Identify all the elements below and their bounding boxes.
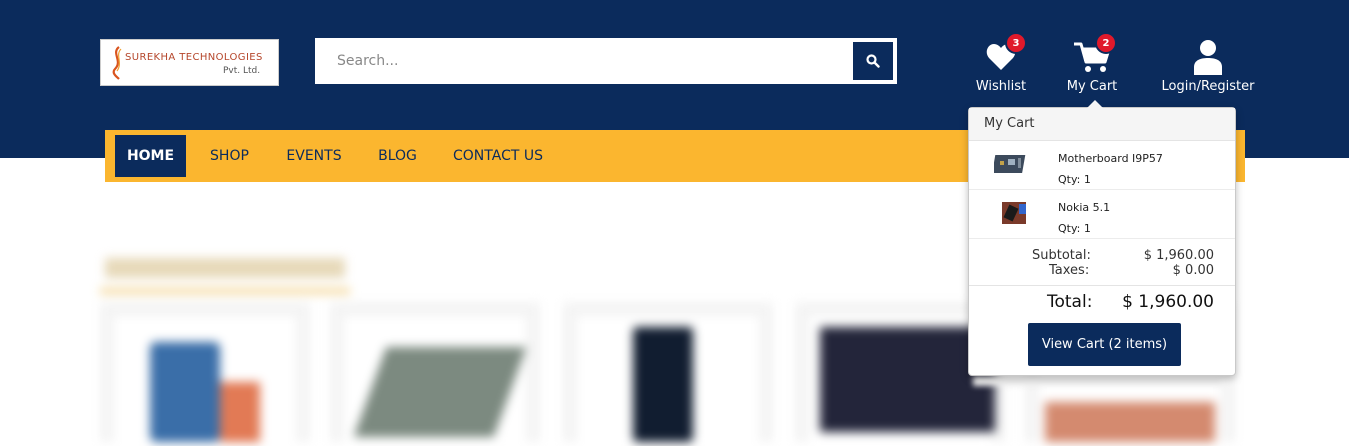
search-bar bbox=[315, 38, 897, 84]
product-card[interactable] bbox=[330, 302, 540, 446]
cart-item-name[interactable]: Motherboard I9P57 bbox=[1058, 152, 1163, 165]
section-heading-underline bbox=[100, 288, 350, 294]
cart-count-badge: 2 bbox=[1095, 32, 1117, 54]
search-button[interactable] bbox=[853, 42, 893, 80]
cart-item-name[interactable]: Nokia 5.1 bbox=[1058, 201, 1110, 214]
total-value: $ 1,960.00 bbox=[1122, 292, 1214, 312]
taxes-value: $ 0.00 bbox=[1172, 263, 1214, 278]
cart-item-qty: Qty: 1 bbox=[1058, 173, 1091, 186]
wishlist-count-badge: 3 bbox=[1005, 32, 1027, 54]
product-card[interactable] bbox=[563, 302, 773, 446]
subtotal-value: $ 1,960.00 bbox=[1143, 248, 1214, 263]
subtotal-label: Subtotal: bbox=[1032, 248, 1091, 263]
nav-item-blog[interactable]: BLOG bbox=[370, 135, 425, 177]
my-cart-link[interactable]: 2 My Cart bbox=[1062, 32, 1122, 94]
cart-dropdown: My Cart Motherboard I9P57 Qty: 1 Nokia 5… bbox=[968, 100, 1236, 376]
nav-item-home[interactable]: HOME bbox=[115, 135, 186, 177]
search-icon bbox=[866, 54, 880, 68]
nav-item-contact-us[interactable]: CONTACT US bbox=[450, 135, 546, 177]
search-input[interactable] bbox=[317, 40, 851, 82]
total-label: Total: bbox=[1047, 292, 1093, 312]
user-icon bbox=[1194, 40, 1222, 75]
my-cart-label: My Cart bbox=[1066, 79, 1118, 94]
logo-company-name: SUREKHA TECHNOLOGIES bbox=[125, 52, 263, 63]
taxes-label: Taxes: bbox=[1049, 263, 1090, 278]
cart-item-qty: Qty: 1 bbox=[1058, 222, 1091, 235]
wishlist-link[interactable]: 3 Wishlist bbox=[970, 32, 1032, 94]
section-heading-blurred bbox=[105, 258, 345, 278]
nav-item-events[interactable]: EVENTS bbox=[280, 135, 348, 177]
cart-dropdown-title: My Cart bbox=[969, 108, 1235, 141]
nav-item-shop[interactable]: SHOP bbox=[203, 135, 256, 177]
login-register-label: Login/Register bbox=[1161, 79, 1255, 94]
logo-swirl-icon bbox=[112, 46, 122, 80]
login-register-link[interactable]: Login/Register bbox=[1158, 38, 1258, 94]
view-cart-button[interactable]: View Cart (2 items) bbox=[1028, 323, 1181, 366]
logo-suffix: Pvt. Ltd. bbox=[223, 66, 261, 76]
cart-item[interactable]: Motherboard I9P57 Qty: 1 bbox=[969, 141, 1235, 190]
motherboard-thumbnail bbox=[994, 155, 1026, 173]
phone-thumbnail bbox=[994, 200, 1028, 226]
wishlist-label: Wishlist bbox=[975, 79, 1027, 94]
company-logo[interactable]: SUREKHA TECHNOLOGIES Pvt. Ltd. bbox=[100, 39, 279, 86]
cart-item[interactable]: Nokia 5.1 Qty: 1 bbox=[969, 190, 1235, 239]
product-card[interactable] bbox=[100, 302, 310, 446]
